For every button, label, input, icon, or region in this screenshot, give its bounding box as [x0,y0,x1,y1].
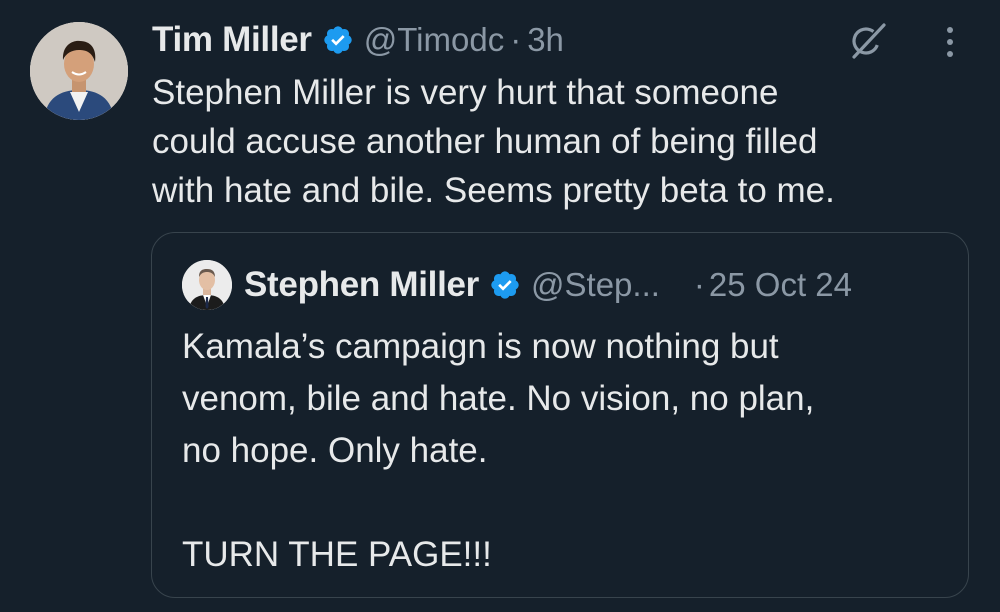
verified-badge-icon[interactable] [322,24,354,56]
quoted-author-avatar-image [182,260,232,310]
quoted-tweet-text: Kamala’s campaign is now nothing but ven… [182,327,815,574]
quoted-author-name[interactable]: Stephen Miller [244,265,479,305]
tweet-text: Stephen Miller is very hurt that someone… [152,73,835,210]
tweet[interactable]: Tim Miller @Timodc · 3h Stephen Miller i… [0,0,1000,612]
grok-icon[interactable] [848,21,888,61]
more-options-icon[interactable] [938,24,962,60]
author-name[interactable]: Tim Miller [152,20,312,60]
quoted-tweet-time[interactable]: 25 Oct 24 [709,266,852,304]
quoted-verified-badge-icon[interactable] [489,269,521,301]
separator-dot: · [510,21,522,58]
quoted-author-avatar[interactable] [182,260,232,310]
quoted-author-handle[interactable]: @Step... [531,266,660,304]
author-avatar[interactable] [30,22,128,120]
author-handle[interactable]: @Timodc [364,21,504,59]
author-avatar-image [30,22,128,120]
quoted-tweet[interactable]: Stephen Miller @Step... · 25 Oct 24 Kama… [151,232,969,598]
tweet-header: Tim Miller @Timodc · 3h [152,18,564,62]
quoted-separator-dot: · [693,266,705,303]
quoted-tweet-header: Stephen Miller @Step... · 25 Oct 24 [244,263,944,307]
tweet-time[interactable]: 3h [527,21,564,59]
